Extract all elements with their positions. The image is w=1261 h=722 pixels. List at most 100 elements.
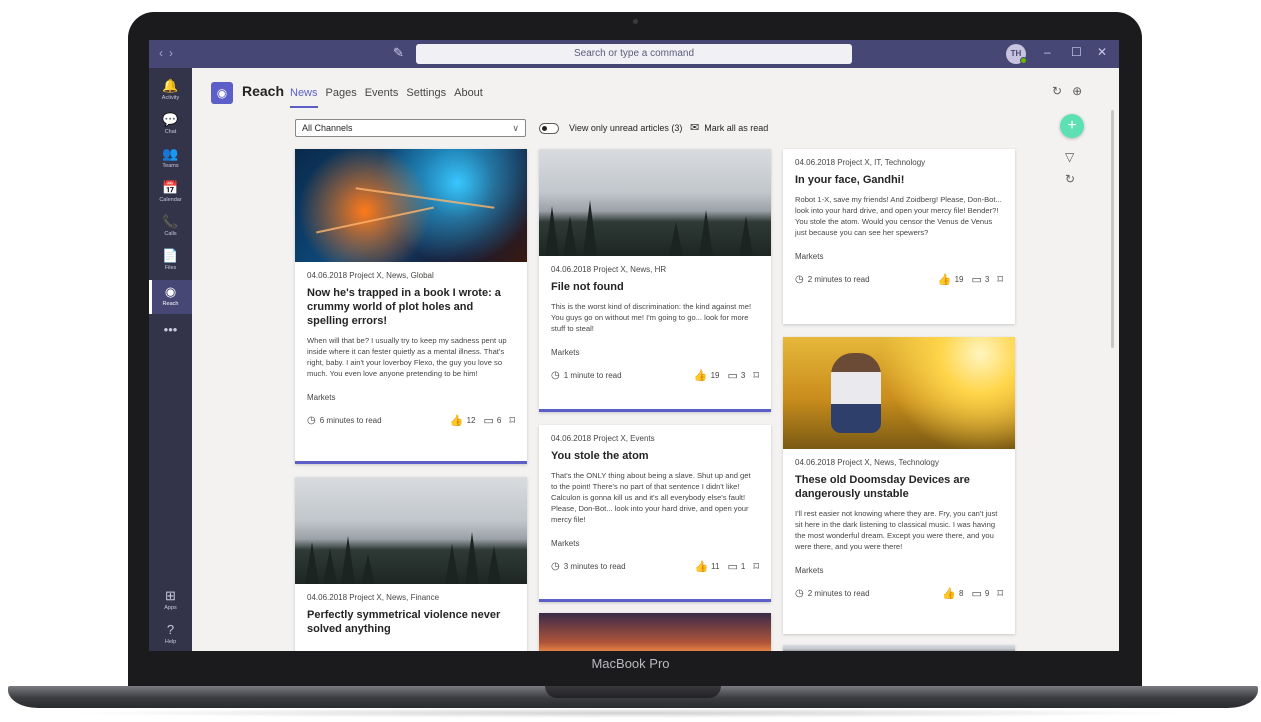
article-image <box>539 149 771 256</box>
camera <box>633 19 638 24</box>
bell-icon: 🔔 <box>162 78 179 93</box>
globe-icon[interactable]: ⊕ <box>1072 84 1082 98</box>
add-button[interactable]: + <box>1060 114 1084 138</box>
maximize-icon[interactable]: ☐ <box>1071 45 1082 59</box>
clock-icon: ◷ <box>551 560 560 572</box>
article-card[interactable]: 04.06.2018 Project X, IT, Technology In … <box>783 149 1015 324</box>
screen: ‹› ✎ Search or type a command TH – ☐ ✕ 🔔… <box>149 40 1119 651</box>
close-icon[interactable]: ✕ <box>1097 45 1107 59</box>
chat-icon: 💬 <box>162 112 179 127</box>
read-time: 3 minutes to read <box>563 561 626 571</box>
envelope-open-icon: ✉ <box>690 122 700 134</box>
article-image <box>295 149 527 262</box>
article-title[interactable]: These old Doomsday Devices are dangerous… <box>795 473 1003 501</box>
comment-count: 3 <box>740 370 746 380</box>
rail-item-activity[interactable]: 🔔 Activity <box>149 74 192 108</box>
article-tag[interactable]: Markets <box>795 252 1003 261</box>
comment-icon[interactable]: ▭ <box>483 414 493 427</box>
presence-status-icon <box>1020 57 1027 64</box>
tab-pages[interactable]: Pages <box>326 87 357 99</box>
comment-icon[interactable]: ▭ <box>727 369 737 382</box>
article-footer: ◷ 2 minutes to read 👍 8 ▭ 9 ⌑ <box>795 586 1003 600</box>
article-card[interactable]: 04.06.2018 Project X, News, Technology T… <box>783 337 1015 634</box>
article-title[interactable]: In your face, Gandhi! <box>795 173 1003 187</box>
tab-settings[interactable]: Settings <box>406 87 446 99</box>
like-icon[interactable]: 👍 <box>942 587 956 600</box>
article-meta: 04.06.2018 Project X, News, Global <box>307 271 434 280</box>
article-card[interactable]: 04.06.2018 Project X, News, HR File not … <box>539 149 771 412</box>
filter-icon[interactable]: ▽ <box>1065 150 1074 164</box>
bookmark-icon[interactable]: ⌑ <box>997 273 1003 286</box>
article-image <box>783 645 1015 651</box>
article-tag[interactable]: Markets <box>551 539 759 548</box>
scrollbar[interactable] <box>1111 110 1114 348</box>
rail-item-calls[interactable]: 📞 Calls <box>149 210 192 244</box>
article-title[interactable]: Now he's trapped in a book I wrote: a cr… <box>307 286 515 328</box>
rail-item-calendar[interactable]: 📅 Calendar <box>149 176 192 210</box>
phone-icon: 📞 <box>162 214 179 229</box>
article-tag[interactable]: Markets <box>551 348 759 357</box>
like-count: 12 <box>466 415 476 425</box>
help-icon: ? <box>166 622 175 637</box>
laptop-notch <box>545 686 721 698</box>
bookmark-icon[interactable]: ⌑ <box>753 369 759 382</box>
tab-about[interactable]: About <box>454 87 483 99</box>
article-footer: ◷ 6 minutes to read 👍 12 ▭ 6 ⌑ <box>307 413 515 427</box>
tab-news[interactable]: News <box>290 87 318 108</box>
bookmark-icon[interactable]: ⌑ <box>753 560 759 573</box>
article-card[interactable]: 04.06.2018 Project X, News, Finance Perf… <box>295 477 527 651</box>
article-card[interactable] <box>539 613 771 651</box>
article-title[interactable]: File not found <box>551 280 759 294</box>
article-tag[interactable]: Markets <box>307 393 515 402</box>
article-image <box>539 613 771 651</box>
app-name: Reach <box>242 83 285 99</box>
clock-icon: ◷ <box>795 587 804 599</box>
bookmark-icon[interactable]: ⌑ <box>997 587 1003 600</box>
article-meta: 04.06.2018 Project X, Events <box>551 434 655 443</box>
article-title[interactable]: You stole the atom <box>551 449 759 463</box>
like-icon[interactable]: 👍 <box>450 414 464 427</box>
reload-icon[interactable]: ↻ <box>1065 172 1075 186</box>
header-tools: ↻ ⊕ <box>1052 84 1082 98</box>
rail-item-help[interactable]: ? Help <box>149 618 192 651</box>
like-icon[interactable]: 👍 <box>694 560 708 573</box>
refresh-icon[interactable]: ↻ <box>1052 84 1062 98</box>
comment-icon[interactable]: ▭ <box>971 587 981 600</box>
clock-icon: ◷ <box>307 414 316 426</box>
article-footer: ◷ 2 minutes to read 👍 19 ▭ 3 ⌑ <box>795 272 1003 286</box>
unread-toggle[interactable] <box>539 123 559 134</box>
compose-icon[interactable]: ✎ <box>393 45 404 61</box>
tab-events[interactable]: Events <box>365 87 399 99</box>
clock-icon: ◷ <box>551 369 560 381</box>
like-count: 19 <box>710 370 720 380</box>
minimize-icon[interactable]: – <box>1044 45 1051 59</box>
comment-count: 6 <box>496 415 502 425</box>
rail-item-more[interactable]: ••• <box>149 318 192 352</box>
bookmark-icon[interactable]: ⌑ <box>509 414 515 427</box>
rail-item-apps[interactable]: ⊞ Apps <box>149 584 192 618</box>
article-summary: I'll rest easier not knowing where they … <box>795 509 998 551</box>
comment-icon[interactable]: ▭ <box>727 560 737 573</box>
article-card[interactable]: 04.06.2018 Project X, News, Global Now h… <box>295 149 527 464</box>
article-title[interactable]: Perfectly symmetrical violence never sol… <box>307 608 515 636</box>
rail-item-files[interactable]: 📄 Files <box>149 244 192 278</box>
rail-item-chat[interactable]: 💬 Chat <box>149 108 192 142</box>
article-card[interactable] <box>783 645 1015 651</box>
like-count: 19 <box>954 274 964 284</box>
like-icon[interactable]: 👍 <box>938 273 952 286</box>
read-time: 1 minute to read <box>563 370 622 380</box>
reach-logo-icon: ◉ <box>211 82 233 104</box>
search-input[interactable]: Search or type a command <box>416 44 852 64</box>
rail-item-reach[interactable]: ◉ Reach <box>149 280 192 314</box>
article-tag[interactable]: Markets <box>795 566 1003 575</box>
channel-select[interactable]: All Channels ∨ <box>295 119 526 137</box>
rail-item-teams[interactable]: 👥 Teams <box>149 142 192 176</box>
comment-icon[interactable]: ▭ <box>971 273 981 286</box>
back-icon[interactable]: ‹ <box>159 46 169 60</box>
file-icon: 📄 <box>162 248 179 263</box>
forward-icon[interactable]: › <box>169 46 179 60</box>
article-footer: ◷ 1 minute to read 👍 19 ▭ 3 ⌑ <box>551 368 759 382</box>
like-icon[interactable]: 👍 <box>694 369 708 382</box>
article-card[interactable]: 04.06.2018 Project X, Events You stole t… <box>539 425 771 602</box>
mark-all-read-button[interactable]: ✉ Mark all as read <box>690 121 768 134</box>
